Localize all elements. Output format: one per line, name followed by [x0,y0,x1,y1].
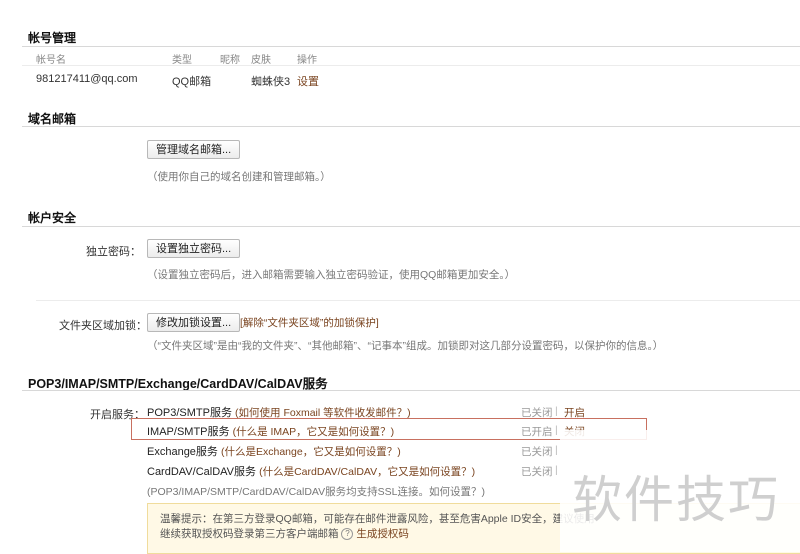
independent-password-label: 独立密码： [86,246,141,258]
watermark-overlay: 软件技巧 [560,430,800,552]
generate-auth-code-link[interactable]: 生成授权码 [356,528,409,540]
warm-tip-text: 温馨提示：在第三方登录QQ邮箱，可能存在邮件泄露风险，甚至危害Apple ID安… [160,512,595,542]
account-section-title: 帐号管理 [28,31,77,45]
account-settings-link[interactable]: 设置 [297,73,319,89]
account-type: QQ邮箱 [172,76,212,88]
header-action: 操作 [297,55,317,66]
subsection-divider [36,300,800,301]
separator: | [555,464,558,476]
service-help-link[interactable]: (什么是CardDAV/CalDAV，它又是如何设置？) [259,466,475,478]
folder-note: （“文件夹区域”是由“我的文件夹”、“其他邮箱”、“记事本”组成。加锁即对这几部… [147,340,664,352]
service-help-link[interactable]: (什么是Exchange，它又是如何设置？) [221,446,401,458]
header-divider [22,65,800,66]
service-name: IMAP/SMTP服务 [147,426,230,438]
service-help-link[interactable]: (什么是 IMAP，它又是如何设置？) [233,426,395,438]
header-skin: 皮肤 [251,55,271,66]
account-email: 981217411@qq.com [36,73,138,85]
service-name: Exchange服务 [147,446,218,458]
separator: | [555,405,558,417]
service-name: CardDAV/CalDAV服务 [147,466,257,478]
password-note: （设置独立密码后，进入邮箱需要输入独立密码验证，使用QQ邮箱更加安全。） [147,269,516,281]
exchange-service: Exchange服务 (什么是Exchange，它又是如何设置？) [147,443,401,459]
folder-lock-label: 文件夹区域加锁： [59,320,147,332]
watermark-text: 软件技巧 [572,471,780,529]
help-icon[interactable]: ? [341,528,354,541]
section-divider [22,126,800,127]
set-password-button[interactable]: 设置独立密码... [147,239,241,258]
domain-section-title: 域名邮箱 [28,112,77,126]
security-section-title: 帐户安全 [28,211,77,225]
domain-note: （使用你自己的域名创建和管理邮箱。） [147,171,331,183]
section-divider [22,390,800,391]
separator: | [555,444,558,456]
modify-lock-button[interactable]: 修改加锁设置... [147,313,241,332]
service-status: 已关闭 [521,446,553,458]
separator: | [555,424,558,436]
service-status: 已开启 [521,426,553,438]
service-status: 已关闭 [521,466,553,478]
imap-smtp-service: IMAP/SMTP服务 (什么是 IMAP，它又是如何设置？) [147,423,394,439]
ssl-note-link[interactable]: (POP3/IMAP/SMTP/CardDAV/CalDAV服务均支持SSL连接… [147,484,485,499]
header-nickname: 昵称 [220,55,240,66]
carddav-caldav-service: CardDAV/CalDAV服务 (什么是CardDAV/CalDAV，它又是如… [147,463,475,479]
header-account: 帐号名 [36,55,66,66]
tip-line-2: 继续获取授权码登录第三方客户端邮箱 [160,528,339,540]
manage-domain-button[interactable]: 管理域名邮箱... [147,140,241,159]
unlock-folder-link[interactable]: [解除“文件夹区域”的加锁保护] [240,315,379,330]
section-divider [22,226,800,227]
header-type: 类型 [172,55,192,66]
account-skin: 蜘蛛侠3 [251,76,291,88]
section-divider [22,46,800,47]
tip-line-1: 温馨提示：在第三方登录QQ邮箱，可能存在邮件泄露风险，甚至危害Apple ID安… [160,513,595,525]
